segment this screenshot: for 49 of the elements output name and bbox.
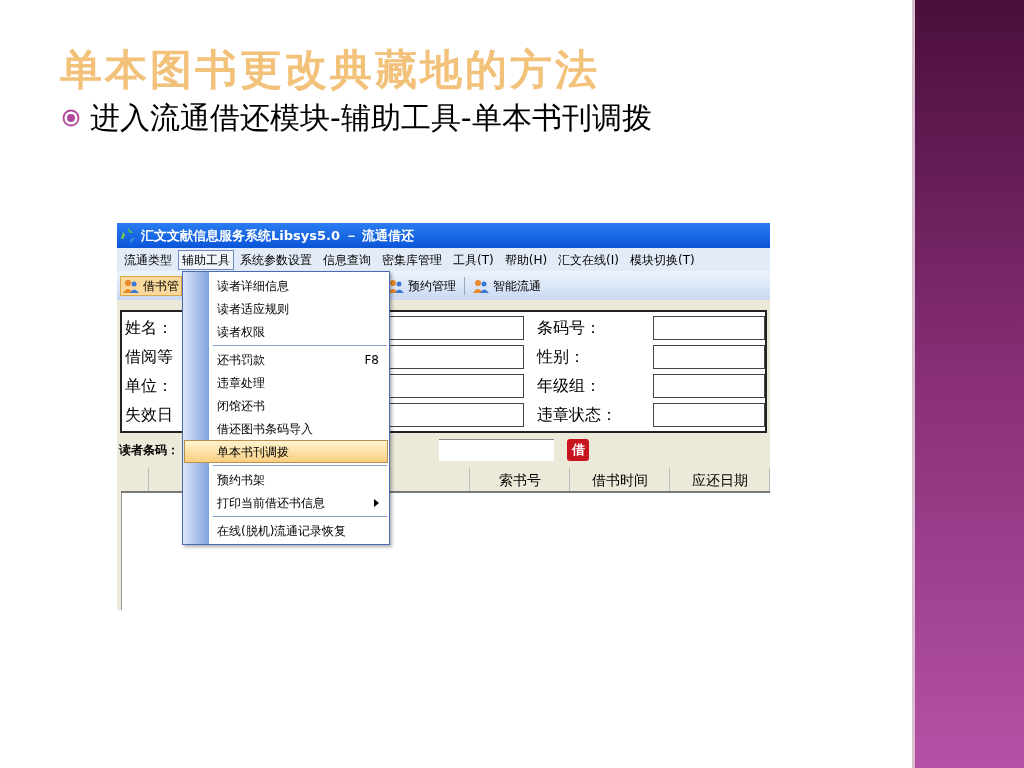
dropdown-item[interactable]: 借还图书条码导入 (184, 417, 388, 440)
field-label: 性别： (537, 346, 586, 369)
menu-item[interactable]: 帮助(H) (499, 249, 553, 270)
borrow-button[interactable]: 借 (567, 439, 589, 461)
text-field[interactable] (653, 345, 765, 370)
menu-item[interactable]: 密集库管理 (377, 249, 447, 270)
column-header[interactable]: 借书时间 (570, 468, 671, 491)
dropdown-item[interactable]: 单本书刊调拨 (184, 440, 388, 463)
dropdown-item[interactable]: 还书罚款 F8 (184, 343, 388, 371)
text-field[interactable] (653, 402, 765, 427)
slide-title: 单本图书更改典藏地的方法 (59, 44, 601, 96)
menu-item[interactable]: 流通类型 (119, 249, 177, 270)
people-icon (123, 278, 139, 293)
field-label: 失效日 (125, 403, 173, 426)
barcode-field[interactable] (439, 439, 554, 461)
dropdown-item[interactable]: 闭馆还书 (184, 394, 388, 417)
column-header[interactable]: 索书号 (470, 468, 571, 491)
field-label: 违章状态： (537, 403, 618, 426)
field-label: 姓名： (125, 317, 173, 340)
window-title: 汇文文献信息服务系统Libsys5.0 － 流通借还 (141, 226, 415, 245)
menu-item[interactable]: 辅助工具 (178, 249, 234, 270)
field-label: 条码号： (537, 317, 602, 340)
dropdown-item[interactable]: 读者适应规则 (184, 297, 388, 320)
menu-item[interactable]: 工具(T) (448, 249, 499, 270)
submenu-arrow-icon (374, 498, 379, 507)
dropdown-item[interactable]: 读者权限 (184, 320, 388, 343)
field-label: 借阅等 (125, 346, 173, 369)
menu-item[interactable]: 信息查询 (318, 249, 376, 270)
reader-barcode-label: 读者条码： (119, 442, 179, 459)
field-label: 年级组： (537, 374, 602, 397)
bullet-text: 进入流通借还模块-辅助工具-单本书刊调拨 (90, 99, 652, 137)
menu-item[interactable]: 汇文在线(I) (553, 249, 624, 270)
field-label: 单位： (125, 374, 173, 397)
menu-item[interactable]: 系统参数设置 (235, 249, 317, 270)
dropdown-item[interactable]: 预约书架 (184, 463, 388, 491)
toolbar-button[interactable]: 智能流通 (473, 276, 541, 295)
column-header[interactable]: 应还日期 (670, 468, 770, 491)
text-field[interactable] (653, 373, 765, 398)
dropdown-item[interactable]: 打印当前借还书信息 (184, 491, 388, 514)
text-field[interactable] (653, 316, 765, 341)
menu-item[interactable]: 模块切换(T) (625, 249, 700, 270)
dropdown-item[interactable]: 在线(脱机)流通记录恢复 (184, 514, 388, 542)
toolbar-button[interactable]: 借书管 (120, 275, 182, 296)
people-icon (473, 278, 489, 293)
dropdown-item[interactable]: 违章处理 (184, 371, 388, 394)
toolbar-button[interactable]: 预约管理 (388, 276, 456, 295)
bullet-icon (62, 109, 80, 127)
dropdown-item[interactable]: 读者详细信息 (184, 274, 388, 297)
people-icon (388, 278, 404, 293)
